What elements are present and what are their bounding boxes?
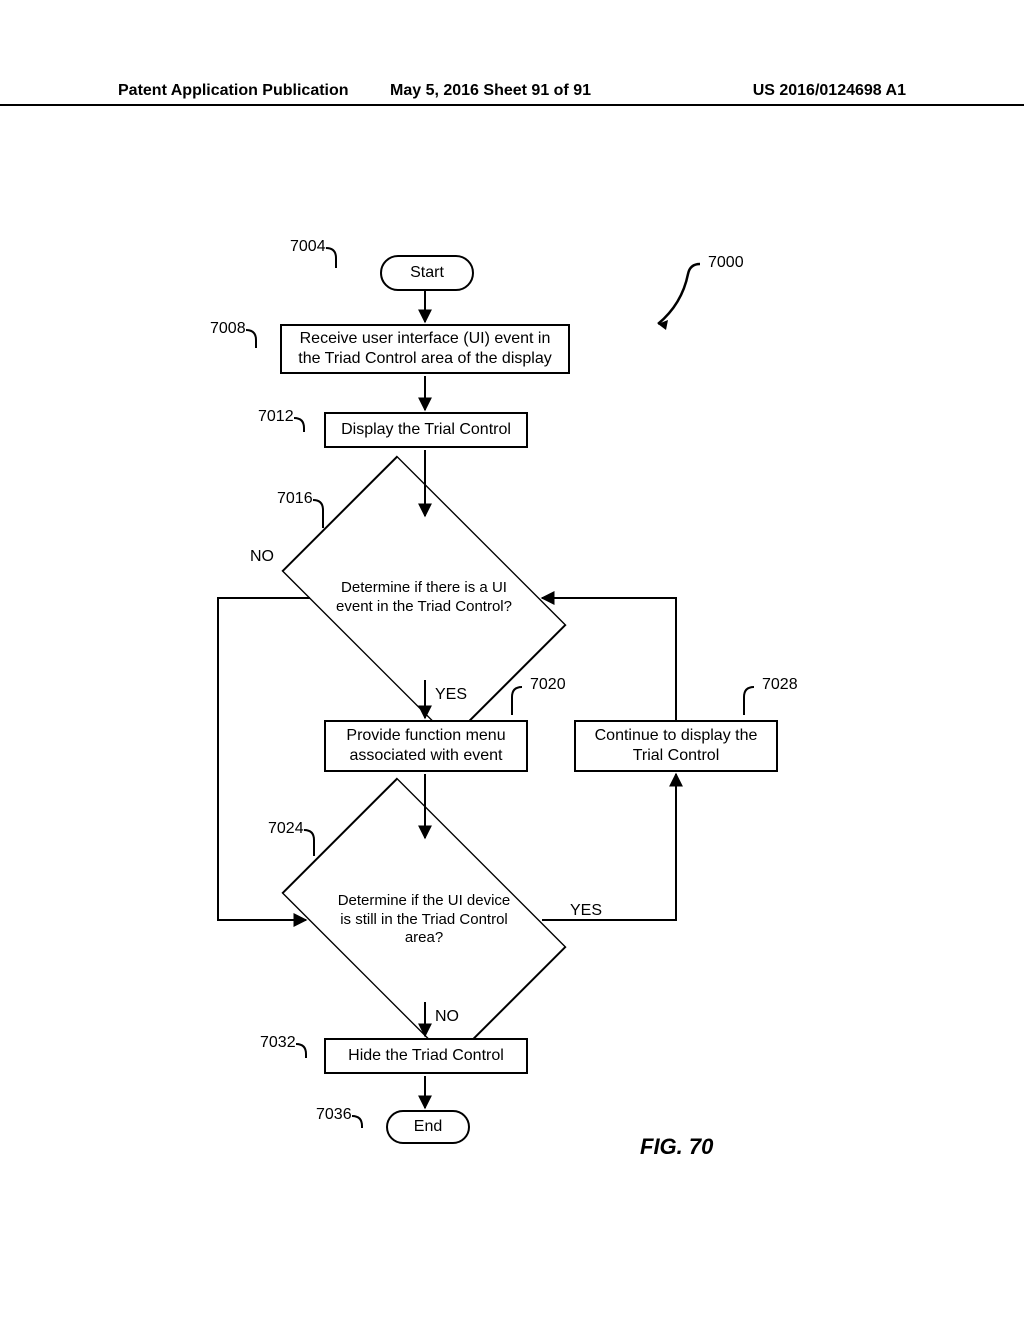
page-root: { "header": { "left": "Patent Applicatio… — [0, 0, 1024, 1320]
header-pubnumber: US 2016/0124698 A1 — [753, 82, 906, 100]
ref-7004: 7004 — [290, 238, 326, 256]
figure-label: FIG. 70 — [640, 1134, 713, 1160]
ref-7024: 7024 — [268, 820, 304, 838]
ref-7020: 7020 — [530, 676, 566, 694]
branch-no-1: NO — [250, 548, 274, 566]
ref-7032: 7032 — [260, 1034, 296, 1052]
branch-yes-1: YES — [435, 686, 467, 704]
node-receive-ui-event: Receive user interface (UI) event in the… — [280, 324, 570, 374]
header-rule — [0, 104, 1024, 106]
node-end: End — [386, 1110, 470, 1144]
node-decision-still-in-text: Determine if the UI device is still in t… — [304, 800, 544, 1040]
node-decision-ui-event-text: Determine if there is a UI event in the … — [304, 478, 544, 718]
ref-7000: 7000 — [708, 254, 744, 272]
node-provide-menu: Provide function menu associated with ev… — [324, 720, 528, 772]
node-continue-display: Continue to display the Trial Control — [574, 720, 778, 772]
ref-7016: 7016 — [277, 490, 313, 508]
branch-no-2: NO — [435, 1008, 459, 1026]
node-start: Start — [380, 255, 474, 291]
ref-7036: 7036 — [316, 1106, 352, 1124]
node-hide-triad: Hide the Triad Control — [324, 1038, 528, 1074]
branch-yes-2: YES — [570, 902, 602, 920]
node-decision-still-in: Determine if the UI device is still in t… — [304, 800, 544, 1040]
ref-7012: 7012 — [258, 408, 294, 426]
ref-7008: 7008 — [210, 320, 246, 338]
header-date-sheet: May 5, 2016 Sheet 91 of 91 — [390, 82, 591, 100]
header-publication: Patent Application Publication — [118, 82, 349, 100]
node-decision-ui-event: Determine if there is a UI event in the … — [304, 478, 544, 718]
node-display-trial: Display the Trial Control — [324, 412, 528, 448]
ref-7028: 7028 — [762, 676, 798, 694]
